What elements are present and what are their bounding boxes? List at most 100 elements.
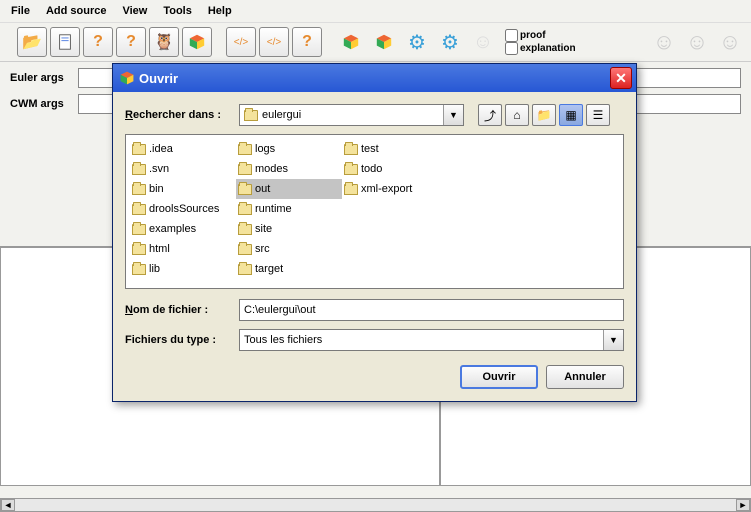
folder-icon (238, 244, 252, 255)
folder-item-label: todo (361, 163, 382, 175)
up-folder-icon[interactable]: ⤴ (478, 104, 502, 126)
folder-icon (238, 264, 252, 275)
file-list[interactable]: .idea .svn bin droolsSources examples html lib… (125, 134, 624, 289)
folder-item[interactable]: xml-export (342, 179, 448, 199)
folder-item-label: src (255, 243, 270, 255)
folder-item-label: target (255, 263, 283, 275)
proof-label: proof (520, 30, 546, 41)
folder-icon (238, 184, 252, 195)
open-button[interactable]: Ouvrir (460, 365, 538, 389)
home-icon[interactable]: ⌂ (505, 104, 529, 126)
filetype-combo[interactable]: Tous les fichiers ▼ (239, 329, 624, 351)
folder-item[interactable]: test (342, 139, 448, 159)
filename-input[interactable] (239, 299, 624, 321)
code-1-icon[interactable]: </> (226, 27, 256, 57)
gear-2-icon[interactable]: ⚙ (435, 27, 465, 57)
folder-icon (344, 184, 358, 195)
folder-item[interactable]: runtime (236, 199, 342, 219)
cube-1-icon[interactable] (182, 27, 212, 57)
folder-item-label: lib (149, 263, 160, 275)
folder-item-label: .idea (149, 143, 173, 155)
filetype-label: Fichiers du type : (125, 334, 235, 346)
folder-icon (238, 204, 252, 215)
folder-item-label: site (255, 223, 272, 235)
folder-item[interactable]: bin (130, 179, 236, 199)
view-grid-icon[interactable]: ▦ (559, 104, 583, 126)
filename-label: Nom de fichier : (125, 304, 235, 316)
euler-args-label: Euler args (10, 72, 74, 84)
explanation-label: explanation (520, 43, 576, 54)
folder-item[interactable]: todo (342, 159, 448, 179)
folder-item[interactable]: html (130, 239, 236, 259)
cancel-button[interactable]: Annuler (546, 365, 624, 389)
help-1-icon[interactable]: ? (83, 27, 113, 57)
folder-icon (344, 144, 358, 155)
folder-item[interactable]: site (236, 219, 342, 239)
menu-tools[interactable]: Tools (156, 2, 199, 20)
folder-item-label: out (255, 183, 270, 195)
document-icon[interactable] (50, 27, 80, 57)
folder-item[interactable]: examples (130, 219, 236, 239)
folder-icon (238, 164, 252, 175)
folder-icon (344, 164, 358, 175)
open-dialog: Ouvrir ✕ Rechercher dans : eulergui ▼ ⤴ … (112, 63, 637, 402)
dialog-title-icon (119, 70, 135, 86)
face-icon[interactable]: ☺ (468, 27, 498, 57)
close-icon[interactable]: ✕ (610, 67, 632, 89)
emote-3-icon[interactable]: ☺ (715, 27, 745, 57)
view-list-icon[interactable]: ☰ (586, 104, 610, 126)
folder-item[interactable]: modes (236, 159, 342, 179)
folder-item[interactable]: .idea (130, 139, 236, 159)
cube-2-icon[interactable] (336, 27, 366, 57)
folder-item[interactable]: out (236, 179, 342, 199)
cwm-args-label: CWM args (10, 98, 74, 110)
folder-icon (238, 224, 252, 235)
gear-1-icon[interactable]: ⚙ (402, 27, 432, 57)
menu-view[interactable]: View (115, 2, 154, 20)
folder-icon (132, 144, 146, 155)
folder-item[interactable]: .svn (130, 159, 236, 179)
scroll-right-icon[interactable]: ► (736, 499, 750, 511)
folder-item-label: runtime (255, 203, 292, 215)
filetype-value: Tous les fichiers (244, 334, 322, 346)
folder-icon (132, 264, 146, 275)
folder-item[interactable]: src (236, 239, 342, 259)
scroll-left-icon[interactable]: ◄ (1, 499, 15, 511)
code-2-icon[interactable]: </> (259, 27, 289, 57)
folder-item-label: modes (255, 163, 288, 175)
folder-item[interactable]: lib (130, 259, 236, 279)
folder-item-label: .svn (149, 163, 169, 175)
open-file-icon[interactable]: 📂 (17, 27, 47, 57)
folder-item[interactable]: target (236, 259, 342, 279)
folder-item-label: html (149, 243, 170, 255)
help-3-icon[interactable]: ? (292, 27, 322, 57)
proof-checkbox[interactable]: proof (505, 29, 576, 42)
chevron-down-icon[interactable]: ▼ (603, 330, 623, 350)
folder-icon (244, 110, 258, 121)
menu-help[interactable]: Help (201, 2, 239, 20)
chevron-down-icon[interactable]: ▼ (443, 105, 463, 125)
dialog-titlebar[interactable]: Ouvrir ✕ (113, 64, 636, 92)
folder-icon (132, 244, 146, 255)
help-2-icon[interactable]: ? (116, 27, 146, 57)
cube-3-icon[interactable] (369, 27, 399, 57)
folder-item[interactable]: droolsSources (130, 199, 236, 219)
folder-icon (132, 164, 146, 175)
owl-icon[interactable]: 🦉 (149, 27, 179, 57)
menu-bar: File Add source View Tools Help (0, 0, 751, 23)
lookin-combo[interactable]: eulergui ▼ (239, 104, 464, 126)
emote-1-icon[interactable]: ☺ (649, 27, 679, 57)
emote-2-icon[interactable]: ☺ (682, 27, 712, 57)
folder-icon (132, 204, 146, 215)
folder-item-label: droolsSources (149, 203, 219, 215)
folder-item-label: examples (149, 223, 196, 235)
menu-add-source[interactable]: Add source (39, 2, 114, 20)
menu-file[interactable]: File (4, 2, 37, 20)
lookin-label: Rechercher dans : (125, 109, 235, 121)
explanation-checkbox[interactable]: explanation (505, 42, 576, 55)
folder-icon (132, 184, 146, 195)
horizontal-scrollbar[interactable]: ◄ ► (0, 498, 751, 512)
folder-icon (238, 144, 252, 155)
folder-item[interactable]: logs (236, 139, 342, 159)
new-folder-icon[interactable]: 📁 (532, 104, 556, 126)
